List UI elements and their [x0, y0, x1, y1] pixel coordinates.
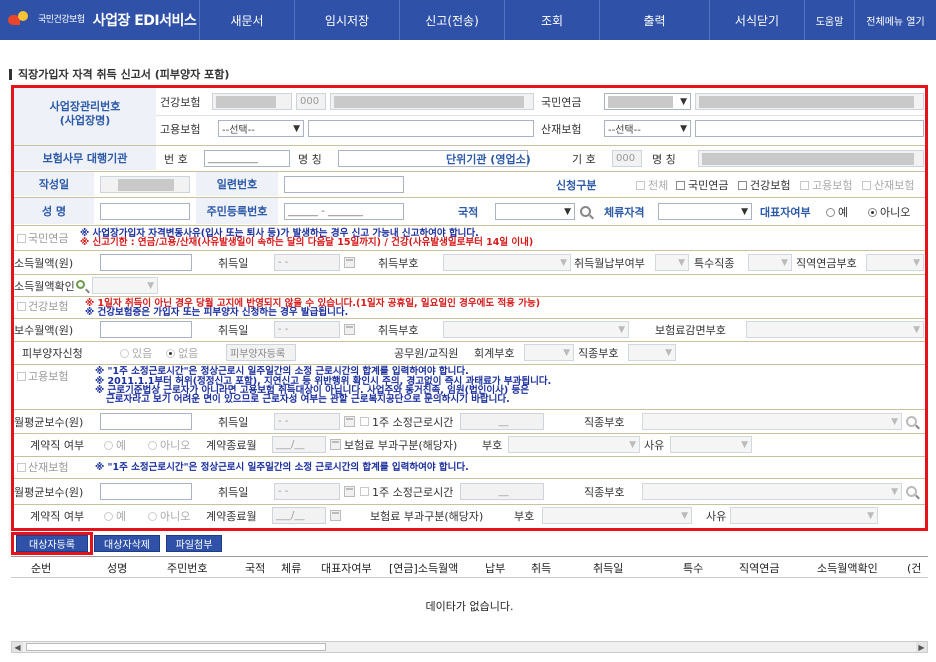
app-title: 사업장 EDI서비스: [92, 13, 197, 29]
grid-col-pension-income[interactable]: [연금]소득월액: [389, 557, 458, 578]
page-title-text: 직장가입자 자격 취득 신고서 (피부양자 포함): [18, 68, 230, 81]
logo-text: 국민건강보험: [38, 14, 85, 25]
grid-col-rrn[interactable]: 주민번호: [167, 557, 207, 578]
nhis-logo-icon: [8, 11, 34, 29]
scroll-thumb[interactable]: [26, 643, 326, 651]
attach-file-button[interactable]: 파일첨부: [166, 535, 222, 552]
title-bar-icon: [9, 68, 12, 80]
brand: 국민건강보험 사업장 EDI서비스: [0, 0, 200, 40]
grid-col-income-confirm[interactable]: 소득월액확인: [817, 557, 878, 578]
grid-col-seq[interactable]: 순번: [31, 557, 51, 578]
grid-col-health[interactable]: (건: [907, 557, 921, 578]
grid-col-special[interactable]: 특수: [683, 557, 703, 578]
menu-help[interactable]: 도움말: [805, 0, 855, 40]
grid-col-job-pension[interactable]: 직역연금: [739, 557, 779, 578]
top-navigation-bar: 국민건강보험 사업장 EDI서비스 새문서 임시저장 신고(전송) 조회 출력 …: [0, 0, 936, 40]
menu-close-form[interactable]: 서식닫기: [710, 0, 805, 40]
page: 국민건강보험 사업장 EDI서비스 새문서 임시저장 신고(전송) 조회 출력 …: [0, 0, 936, 662]
grid-col-residence[interactable]: 체류: [281, 557, 301, 578]
menu-inquiry[interactable]: 조회: [505, 0, 600, 40]
button-highlight-frame: [11, 532, 93, 555]
menu-new-document[interactable]: 새문서: [200, 0, 295, 40]
grid-col-acquire-date[interactable]: 취득일: [593, 557, 623, 578]
grid-header: 순번 성명 주민번호 국적 체류 대표자여부 [연금]소득월액 납부 취득 취득…: [11, 556, 928, 578]
menu-submit[interactable]: 신고(전송): [400, 0, 505, 40]
menu-open-all[interactable]: 전체메뉴 열기: [855, 0, 936, 40]
page-title: 직장가입자 자격 취득 신고서 (피부양자 포함): [9, 66, 229, 82]
grid-empty-message: 데이타가 없습니다.: [425, 600, 514, 613]
menu-print[interactable]: 출력: [600, 0, 710, 40]
delete-subject-button[interactable]: 대상자삭제: [94, 535, 160, 552]
grid-col-representative[interactable]: 대표자여부: [321, 557, 372, 578]
grid-col-nationality[interactable]: 국적: [245, 557, 265, 578]
form-highlight-frame: [11, 85, 928, 531]
scroll-left-icon[interactable]: ◀: [12, 642, 23, 652]
grid-col-name[interactable]: 성명: [107, 557, 127, 578]
grid-col-payment[interactable]: 납부: [485, 557, 505, 578]
menu-temp-save[interactable]: 임시저장: [295, 0, 400, 40]
scroll-right-icon[interactable]: ▶: [916, 642, 927, 652]
horizontal-scrollbar[interactable]: ◀ ▶: [11, 641, 928, 653]
grid-col-acquire[interactable]: 취득: [531, 557, 551, 578]
